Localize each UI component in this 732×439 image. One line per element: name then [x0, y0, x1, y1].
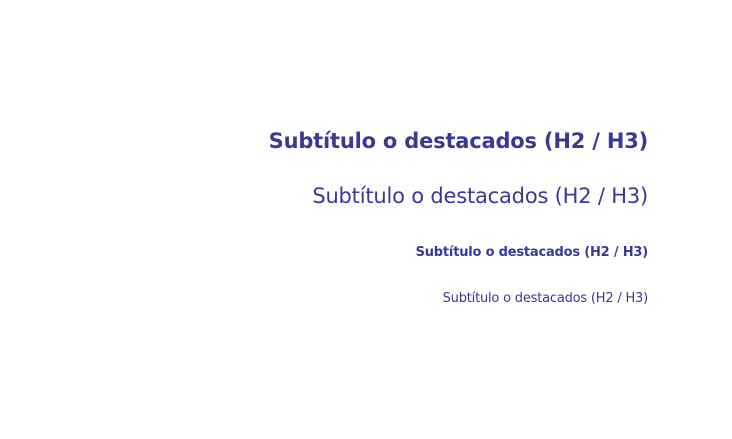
heading-small-bold: Subtítulo o destacados (H2 / H3) — [415, 245, 649, 260]
typography-sample-page: Subtítulo o destacados (H2 / H3) Subtítu… — [0, 0, 732, 439]
heading-large-bold: Subtítulo o destacados (H2 / H3) — [268, 129, 649, 153]
heading-large-regular: Subtítulo o destacados (H2 / H3) — [312, 184, 648, 208]
heading-small-regular: Subtítulo o destacados (H2 / H3) — [442, 291, 649, 306]
